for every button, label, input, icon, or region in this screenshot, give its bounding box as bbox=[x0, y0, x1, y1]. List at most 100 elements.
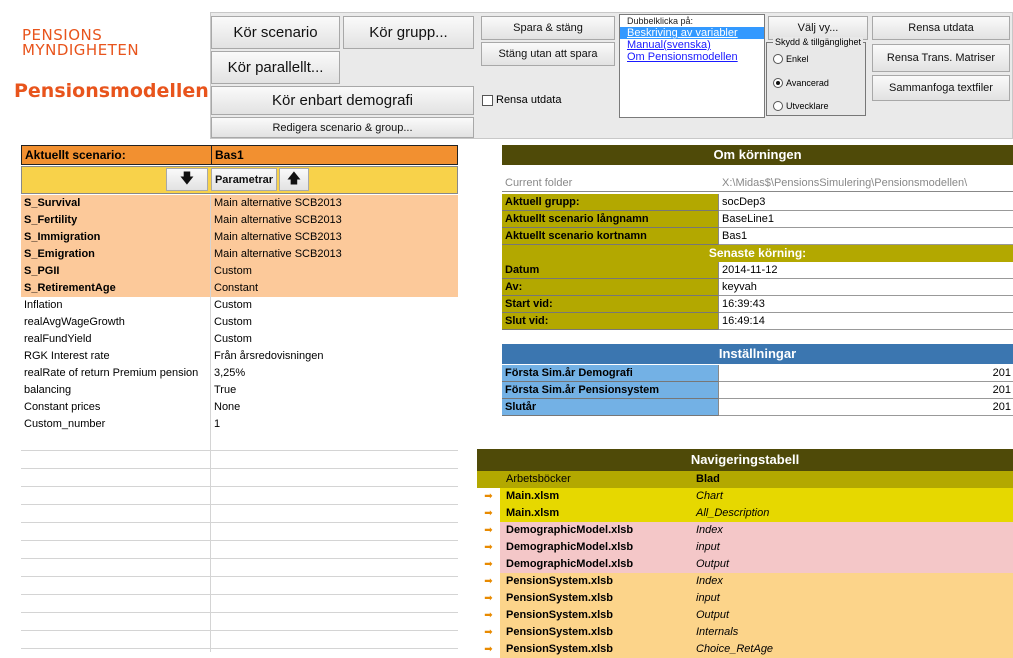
nav-sheet[interactable]: input bbox=[692, 590, 1013, 607]
arrow-right-icon[interactable]: ➡ bbox=[477, 539, 500, 556]
scenario-row[interactable]: Inflation Custom bbox=[21, 297, 458, 315]
scenario-param-value[interactable]: Constant bbox=[211, 280, 458, 297]
last-run-row-value: 16:49:14 bbox=[719, 313, 1013, 330]
nav-sheet[interactable]: Choice_RetAge bbox=[692, 641, 1013, 658]
nav-row[interactable]: ➡ DemographicModel.xlsb Output bbox=[477, 556, 1013, 573]
about-row-key: Aktuellt scenario kortnamn bbox=[502, 228, 719, 245]
scenario-row[interactable]: balancing True bbox=[21, 382, 458, 400]
nav-row[interactable]: ➡ PensionSystem.xlsb Index bbox=[477, 573, 1013, 590]
scenario-param-value[interactable]: True bbox=[211, 382, 458, 399]
arrow-right-icon[interactable]: ➡ bbox=[477, 590, 500, 607]
nav-col-workbook: Arbetsböcker bbox=[506, 473, 571, 485]
nav-sheet[interactable]: Index bbox=[692, 522, 1013, 539]
run-group-button[interactable]: Kör grupp... bbox=[343, 16, 474, 49]
last-run-row-key: Datum bbox=[502, 262, 719, 279]
scenario-param-value[interactable]: 3,25% bbox=[211, 365, 458, 382]
nav-sheet[interactable]: Index bbox=[692, 573, 1013, 590]
radio-circle[interactable] bbox=[773, 54, 783, 64]
scenario-param-value[interactable]: Main alternative SCB2013 bbox=[211, 195, 458, 212]
nav-workbook: PensionSystem.xlsb bbox=[506, 626, 613, 638]
scenario-row[interactable]: Constant prices None bbox=[21, 399, 458, 417]
nav-sheet[interactable]: input bbox=[692, 539, 1013, 556]
listbox-item-variables[interactable]: Beskriving av variabler bbox=[620, 27, 764, 39]
about-row: Aktuellt scenario kortnamn Bas1 bbox=[502, 228, 1013, 245]
radio-circle[interactable] bbox=[773, 101, 783, 111]
scenario-row[interactable]: S_PGII Custom bbox=[21, 263, 458, 281]
nav-row[interactable]: ➡ Main.xlsm All_Description bbox=[477, 505, 1013, 522]
scenario-row[interactable]: realFundYield Custom bbox=[21, 331, 458, 349]
checkbox-box[interactable] bbox=[482, 94, 493, 106]
arrow-right-icon[interactable]: ➡ bbox=[477, 505, 500, 522]
save-close-button[interactable]: Spara & stäng bbox=[481, 16, 615, 40]
scenario-param-value[interactable]: None bbox=[211, 399, 458, 416]
merge-text-button[interactable]: Sammanfoga textfiler bbox=[872, 75, 1010, 101]
scenario-row[interactable]: S_RetirementAge Constant bbox=[21, 280, 458, 298]
nav-workbook: PensionSystem.xlsb bbox=[506, 575, 613, 587]
nav-row[interactable]: ➡ Main.xlsm Chart bbox=[477, 488, 1013, 505]
scenario-param-value[interactable]: Main alternative SCB2013 bbox=[211, 212, 458, 229]
arrow-right-icon[interactable]: ➡ bbox=[477, 624, 500, 641]
run-scenario-button[interactable]: Kör scenario bbox=[211, 16, 340, 49]
clear-trans-button[interactable]: Rensa Trans. Matriser bbox=[872, 44, 1010, 72]
nav-sheet[interactable]: All_Description bbox=[692, 505, 1013, 522]
nav-row[interactable]: ➡ PensionSystem.xlsb Output bbox=[477, 607, 1013, 624]
radio-simple[interactable]: Enkel bbox=[773, 54, 809, 64]
last-run-row-key: Slut vid: bbox=[502, 313, 719, 330]
close-no-save-button[interactable]: Stäng utan att spara bbox=[481, 42, 615, 66]
nav-sheet[interactable]: Output bbox=[692, 607, 1013, 624]
arrow-right-icon[interactable]: ➡ bbox=[477, 488, 500, 505]
param-button[interactable]: Parametrar bbox=[211, 168, 277, 191]
scenario-param-value[interactable]: Custom bbox=[211, 263, 458, 280]
scenario-row[interactable]: Custom_number 1 bbox=[21, 416, 458, 434]
nav-row[interactable]: ➡ PensionSystem.xlsb Internals bbox=[477, 624, 1013, 641]
last-run-row-value: keyvah bbox=[719, 279, 1013, 296]
current-folder-row: Current folder X:\Midas$\PensionsSimuler… bbox=[502, 175, 1013, 192]
arrow-up-button[interactable]: 🡅 bbox=[279, 168, 309, 191]
nav-row[interactable]: ➡ DemographicModel.xlsb Index bbox=[477, 522, 1013, 539]
scenario-param-value[interactable]: Custom bbox=[211, 314, 458, 331]
app-title: Pensionsmodellen bbox=[14, 80, 209, 102]
last-run-row-value: 2014-11-12 bbox=[719, 262, 1013, 279]
listbox-item-about[interactable]: Om Pensionsmodellen bbox=[620, 51, 764, 63]
arrow-right-icon[interactable]: ➡ bbox=[477, 522, 500, 539]
scenario-row[interactable]: realAvgWageGrowth Custom bbox=[21, 314, 458, 332]
scenario-row[interactable]: S_Fertility Main alternative SCB2013 bbox=[21, 212, 458, 230]
run-demography-button[interactable]: Kör enbart demografi bbox=[211, 86, 474, 115]
about-row-key: Aktuellt scenario långnamn bbox=[502, 211, 719, 228]
radio-developer[interactable]: Utvecklare bbox=[773, 101, 829, 111]
arrow-right-icon[interactable]: ➡ bbox=[477, 573, 500, 590]
nav-sheet[interactable]: Chart bbox=[692, 488, 1013, 505]
radio-advanced[interactable]: Avancerad bbox=[773, 78, 829, 88]
scenario-param-value[interactable]: Från årsredovisningen bbox=[211, 348, 458, 365]
radio-circle-selected[interactable] bbox=[773, 78, 783, 88]
scenario-param-value[interactable]: Main alternative SCB2013 bbox=[211, 229, 458, 246]
nav-row[interactable]: ➡ DemographicModel.xlsb input bbox=[477, 539, 1013, 556]
scenario-header: Aktuellt scenario: Bas1 bbox=[21, 145, 458, 165]
scenario-param-value[interactable]: Main alternative SCB2013 bbox=[211, 246, 458, 263]
clear-output-button[interactable]: Rensa utdata bbox=[872, 16, 1010, 40]
settings-row-value: 201 bbox=[719, 365, 1013, 382]
nav-sheet[interactable]: Internals bbox=[692, 624, 1013, 641]
edit-scenario-button[interactable]: Redigera scenario & group... bbox=[211, 117, 474, 138]
arrow-right-icon[interactable]: ➡ bbox=[477, 607, 500, 624]
nav-row[interactable]: ➡ PensionSystem.xlsb Choice_RetAge bbox=[477, 641, 1013, 658]
nav-sheet[interactable]: Output bbox=[692, 556, 1013, 573]
help-listbox[interactable]: Dubbelklicka på: Beskriving av variabler… bbox=[619, 14, 765, 118]
arrow-right-icon[interactable]: ➡ bbox=[477, 556, 500, 573]
scenario-row[interactable]: S_Emigration Main alternative SCB2013 bbox=[21, 246, 458, 264]
listbox-item-manual[interactable]: Manual(svenska) bbox=[620, 39, 764, 51]
scenario-row[interactable]: realRate of return Premium pension 3,25% bbox=[21, 365, 458, 383]
scenario-row[interactable]: S_Immigration Main alternative SCB2013 bbox=[21, 229, 458, 247]
arrow-down-button[interactable]: 🡇 bbox=[166, 168, 208, 191]
protection-group: Skydd & tillgänglighet Enkel Avancerad U… bbox=[766, 37, 866, 116]
clear-output-checkbox[interactable]: Rensa utdata bbox=[482, 94, 561, 106]
scenario-row[interactable]: RGK Interest rate Från årsredovisningen bbox=[21, 348, 458, 366]
nav-row[interactable]: ➡ PensionSystem.xlsb input bbox=[477, 590, 1013, 607]
arrow-right-icon[interactable]: ➡ bbox=[477, 641, 500, 658]
scenario-row[interactable]: S_Survival Main alternative SCB2013 bbox=[21, 195, 458, 213]
run-parallel-button[interactable]: Kör parallellt... bbox=[211, 51, 340, 84]
scenario-param-value[interactable]: Custom bbox=[211, 297, 458, 314]
scenario-param-value[interactable]: Custom bbox=[211, 331, 458, 348]
settings-row-value: 201 bbox=[719, 382, 1013, 399]
scenario-param-value[interactable]: 1 bbox=[211, 416, 458, 433]
